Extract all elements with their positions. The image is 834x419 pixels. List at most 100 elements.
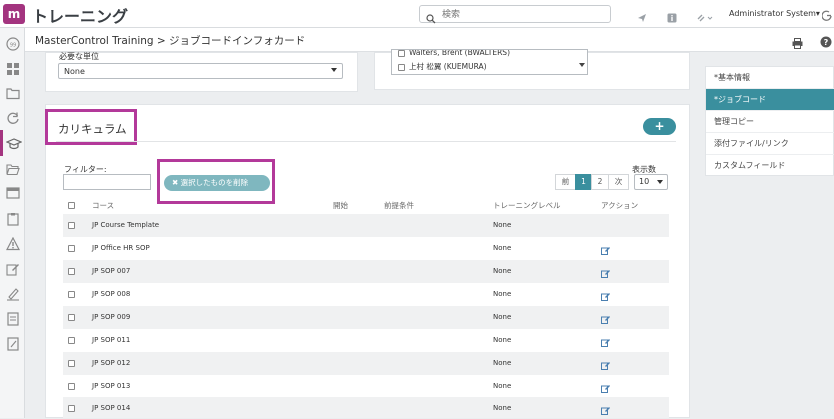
rail-active-indicator	[0, 130, 3, 156]
warning-icon[interactable]	[6, 236, 20, 251]
highlight-box-delete	[157, 159, 275, 204]
mastercontrol-logo[interactable]: m	[3, 4, 25, 24]
folder-icon[interactable]	[6, 85, 20, 100]
table-row: JP Office HR SOP None	[63, 237, 669, 260]
search-input[interactable]	[442, 8, 602, 21]
training-level: None	[493, 290, 512, 298]
row-checkbox[interactable]	[68, 245, 75, 252]
nav-attachments[interactable]: 添付ファイル/リンク	[706, 133, 834, 155]
select-all-checkbox[interactable]	[68, 200, 79, 209]
home-icon[interactable]: 99	[6, 36, 20, 51]
table-row: JP SOP 009 None	[63, 306, 669, 329]
course-name: JP SOP 009	[92, 313, 131, 321]
row-checkbox[interactable]	[68, 383, 75, 390]
archive-icon[interactable]	[6, 185, 20, 199]
sign-icon[interactable]	[6, 286, 20, 301]
required-units-panel: 必要な単位 None	[45, 52, 358, 92]
users-listbox[interactable]: Walters, Brent (BWALTERS) 上村 松翼 (KUEMURA…	[391, 49, 588, 75]
edit-icon[interactable]	[601, 309, 610, 328]
table-row: JP SOP 012 None	[63, 352, 669, 375]
chevron-down-icon	[657, 180, 663, 184]
highlight-box-title	[45, 109, 137, 145]
col-start[interactable]: 開始	[333, 200, 348, 211]
training-level: None	[493, 382, 512, 390]
search-icon	[426, 9, 436, 28]
left-rail: 99	[0, 28, 25, 418]
row-checkbox[interactable]	[68, 360, 75, 367]
filter-input[interactable]	[63, 174, 151, 190]
notes-icon[interactable]	[6, 336, 20, 351]
edit-icon[interactable]	[601, 240, 610, 259]
pager-page-2[interactable]: 2	[591, 174, 609, 190]
add-curriculum-button[interactable]: +	[643, 118, 676, 135]
table-row: JP SOP 014 None	[63, 397, 669, 418]
top-header: m トレーニング Administrator System▾	[0, 0, 834, 28]
training-level: None	[493, 359, 512, 367]
print-icon[interactable]	[792, 34, 803, 53]
table-row: JP SOP 013 None	[63, 375, 669, 398]
edit-icon[interactable]	[601, 400, 610, 419]
course-name: JP SOP 013	[92, 382, 131, 390]
training-cap-icon[interactable]	[5, 136, 23, 150]
training-level: None	[493, 336, 512, 344]
edit-icon[interactable]	[6, 261, 20, 276]
table-row: JP SOP 011 None	[63, 329, 669, 352]
course-name: JP SOP 011	[92, 336, 131, 344]
col-prereq[interactable]: 前提条件	[384, 200, 414, 211]
course-name: JP Course Template	[92, 221, 160, 229]
row-checkbox[interactable]	[68, 291, 75, 298]
divider	[56, 141, 676, 142]
table-row: JP SOP 007 None	[63, 260, 669, 283]
row-checkbox[interactable]	[68, 337, 75, 344]
required-units-select[interactable]: None	[58, 63, 343, 79]
open-folder-icon[interactable]	[6, 161, 20, 176]
clipboard-icon[interactable]	[6, 211, 20, 226]
edit-icon[interactable]	[601, 378, 610, 397]
col-course[interactable]: コース	[92, 200, 114, 211]
training-level: None	[493, 244, 512, 252]
course-name: JP SOP 008	[92, 290, 131, 298]
nav-basic-info[interactable]: *基本情報	[706, 67, 834, 89]
checkbox[interactable]	[398, 63, 405, 71]
sync-icon[interactable]	[6, 110, 20, 124]
checkbox[interactable]	[398, 50, 405, 57]
list-item[interactable]: Walters, Brent (BWALTERS)	[398, 50, 510, 57]
edit-icon[interactable]	[601, 263, 610, 282]
users-panel: Walters, Brent (BWALTERS) 上村 松翼 (KUEMURA…	[374, 49, 690, 90]
row-checkbox[interactable]	[68, 405, 75, 412]
pager-next[interactable]: 次	[608, 174, 629, 190]
link-icon[interactable]	[697, 8, 713, 27]
pager-page-1[interactable]: 1	[575, 174, 592, 190]
svg-text:99: 99	[10, 42, 16, 48]
edit-icon[interactable]	[601, 286, 610, 305]
signout-icon[interactable]	[821, 7, 832, 26]
course-name: JP SOP 014	[92, 404, 131, 412]
chevron-down-icon	[331, 68, 337, 72]
col-action: アクション	[601, 201, 639, 210]
document-icon[interactable]	[6, 311, 20, 326]
col-level[interactable]: トレーニングレベル	[493, 200, 561, 211]
row-checkbox[interactable]	[68, 314, 75, 321]
list-item[interactable]: 上村 松翼 (KUEMURA)	[398, 61, 487, 72]
course-name: JP SOP 012	[92, 359, 131, 367]
row-checkbox[interactable]	[68, 268, 75, 275]
edit-icon[interactable]	[601, 355, 610, 374]
info-icon[interactable]	[667, 8, 677, 27]
nav-job-code[interactable]: *ジョブコード	[706, 89, 834, 111]
scroll-down-icon[interactable]	[579, 63, 585, 67]
help-icon[interactable]: ?	[820, 33, 832, 52]
search-box[interactable]	[419, 5, 611, 24]
per-page-select[interactable]: 10	[634, 174, 668, 190]
pager-prev[interactable]: 前	[555, 174, 576, 190]
training-level: None	[493, 404, 512, 412]
table-row: JP Course Template None	[63, 214, 669, 237]
user-menu[interactable]: Administrator System▾	[729, 9, 820, 18]
app-title: トレーニング	[32, 7, 129, 26]
dashboard-icon[interactable]	[6, 61, 20, 75]
nav-custom-fields[interactable]: カスタムフィールド	[706, 155, 834, 177]
row-checkbox[interactable]	[68, 222, 75, 229]
edit-icon[interactable]	[601, 332, 610, 351]
send-icon[interactable]	[637, 8, 647, 27]
nav-managed-copy[interactable]: 管理コピー	[706, 111, 834, 133]
breadcrumb[interactable]: MasterControl Training > ジョブコードインフォカード	[35, 33, 305, 48]
